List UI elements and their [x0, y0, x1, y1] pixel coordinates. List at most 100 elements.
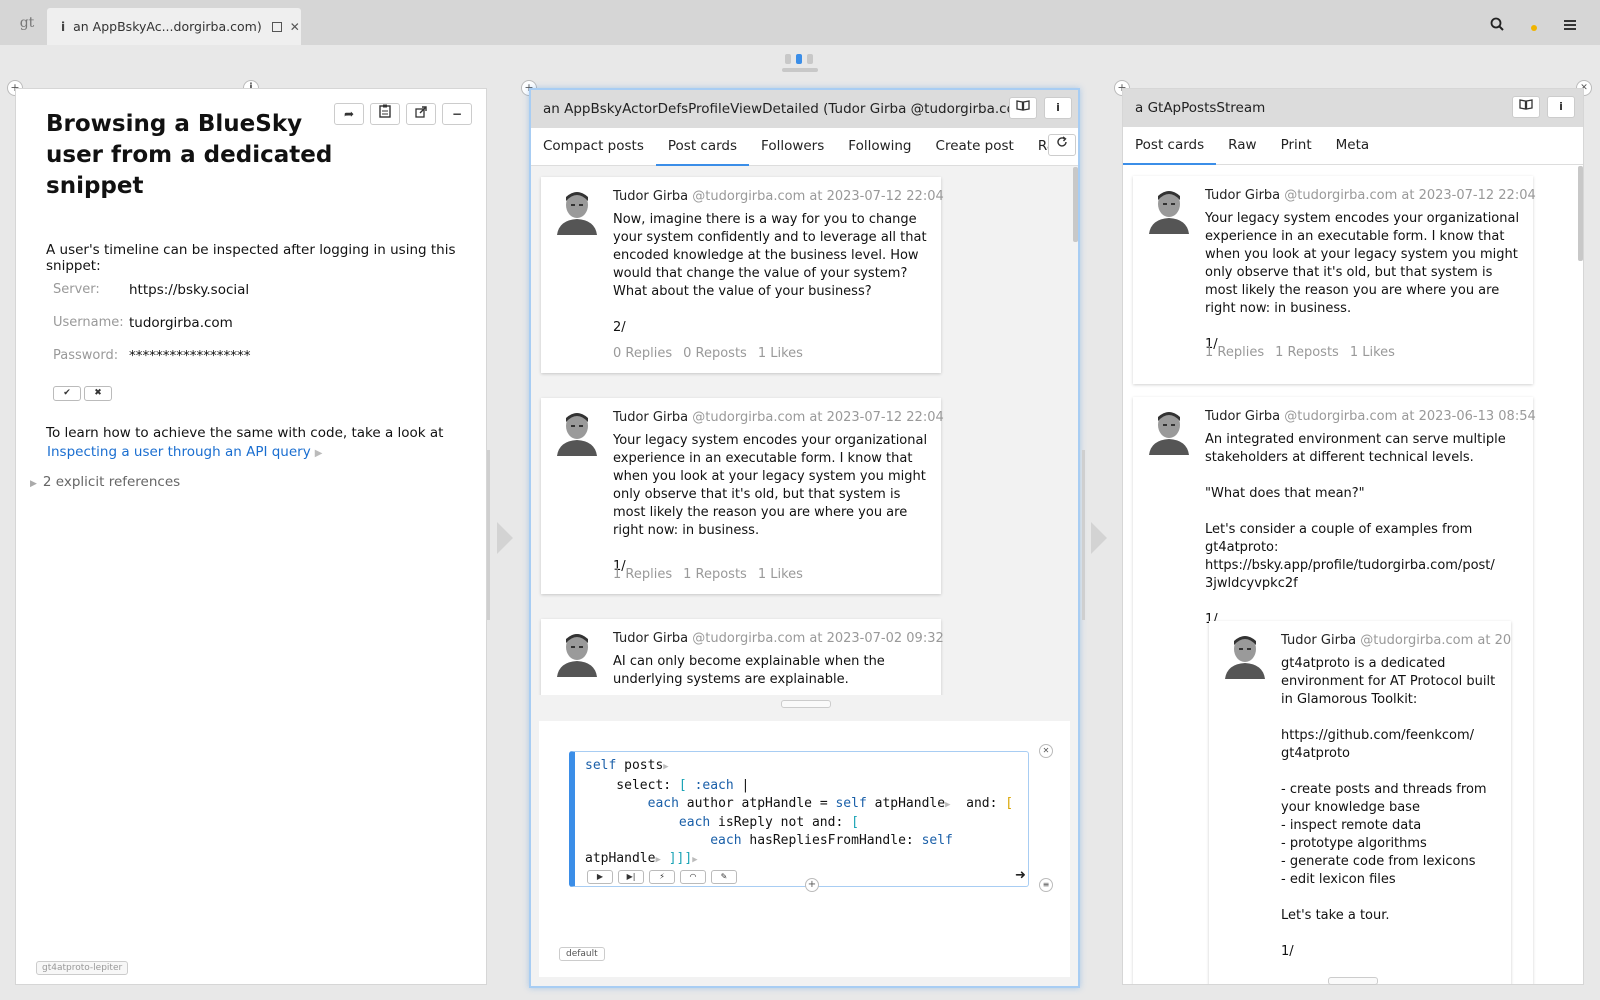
open-external-button[interactable] — [406, 103, 436, 125]
post-meta: @tudorgirba.com at 2023-07-02 09:32 — [692, 631, 944, 646]
post-text: AI can only become explainable when the … — [613, 654, 889, 687]
post-text: gt4atproto is a dedicated environment fo… — [1281, 656, 1496, 959]
reposts-count[interactable]: 0 Reposts — [683, 346, 747, 361]
info-button[interactable]: i — [1044, 97, 1072, 119]
pager-scrollbar[interactable] — [782, 68, 818, 72]
pane-resizer[interactable] — [1082, 450, 1085, 620]
play-button[interactable]: ▶ — [587, 870, 613, 884]
post-card[interactable]: Tudor Girba @tudorgirba.com at 2023-06-1… — [1133, 397, 1536, 984]
author-name[interactable]: Tudor Girba — [1281, 633, 1356, 648]
username-field[interactable]: tudorgirba.com — [129, 315, 233, 331]
server-label: Server: — [53, 282, 100, 297]
maximize-icon[interactable] — [271, 21, 282, 32]
author-name[interactable]: Tudor Girba — [1205, 188, 1280, 203]
pager-dot[interactable] — [807, 54, 813, 64]
post-cards-list[interactable]: Tudor Girba @tudorgirba.com at 2023-07-1… — [1123, 166, 1583, 984]
page-link-label[interactable]: Inspecting a user through an API query — [47, 444, 311, 460]
split-handle[interactable] — [781, 700, 831, 708]
author-name[interactable]: Tudor Girba — [613, 189, 688, 204]
post-cards-list[interactable]: Tudor Girba @tudorgirba.com at 2023-07-1… — [531, 167, 1078, 695]
tab-compact-posts[interactable]: Compact posts — [531, 128, 656, 166]
play-inspect-button[interactable]: ▶| — [618, 870, 644, 884]
scrollbar[interactable] — [1073, 167, 1078, 242]
avatar — [1147, 186, 1191, 234]
inspector-title: a GtApPostsStream — [1135, 100, 1266, 116]
post-card[interactable]: Tudor Girba @tudorgirba.com at 2023-07-1… — [541, 177, 944, 373]
pager-dot[interactable] — [785, 54, 791, 64]
pager-dot-active[interactable] — [796, 54, 802, 64]
cancel-button[interactable]: ✖ — [84, 386, 112, 401]
bindings-tag[interactable]: default — [559, 947, 605, 961]
refresh-button[interactable] — [1048, 134, 1076, 156]
minimize-button[interactable]: − — [442, 103, 472, 125]
post-card[interactable]: Tudor Girba @tudorgirba.com at 2023-07-0… — [541, 619, 944, 695]
replies-count[interactable]: 1 Replies — [613, 567, 672, 582]
author-name[interactable]: Tudor Girba — [1205, 409, 1280, 424]
tab-following[interactable]: Following — [836, 128, 923, 166]
avatar — [555, 408, 599, 456]
author-name[interactable]: Tudor Girba — [613, 410, 688, 425]
split-handle[interactable] — [1328, 977, 1378, 985]
author-name[interactable]: Tudor Girba — [613, 631, 688, 646]
inspector-pane-stream: a GtApPostsStream i Post cards Raw Print… — [1122, 88, 1584, 985]
tab-print[interactable]: Print — [1269, 127, 1324, 165]
hamburger-menu-icon[interactable] — [1564, 20, 1576, 30]
post-stats: 1 Replies 1 Reposts 1 Likes — [613, 567, 814, 582]
window-tab-label: an AppBskyAc...dorgirba.com) — [73, 19, 262, 34]
reposts-count[interactable]: 1 Reposts — [1275, 345, 1339, 360]
replies-count[interactable]: 1 Replies — [1205, 345, 1264, 360]
book-button[interactable] — [1512, 96, 1540, 118]
likes-count[interactable]: 1 Likes — [1350, 345, 1395, 360]
gt-logo[interactable]: gt — [8, 0, 46, 45]
inspector-header: an AppBskyActorDefsProfileViewDetailed (… — [531, 90, 1078, 128]
clipboard-button[interactable] — [370, 103, 400, 125]
debug-button[interactable]: ⚡ — [649, 870, 675, 884]
page-link[interactable]: Inspecting a user through an API query ▶ — [47, 444, 322, 460]
tab-create-post[interactable]: Create post — [924, 128, 1026, 166]
accept-button[interactable]: ✔ — [53, 386, 81, 401]
refresh-icon — [1057, 136, 1067, 147]
tab-post-cards[interactable]: Post cards — [1123, 127, 1217, 165]
inspector-title: an AppBskyActorDefsProfileViewDetailed (… — [543, 101, 1034, 117]
post-text: Your legacy system encodes your organiza… — [613, 433, 928, 574]
embedded-post-card[interactable]: Tudor Girba @tudorgirba.com at 202 gt4at… — [1209, 621, 1511, 984]
pane-pager[interactable] — [785, 54, 813, 64]
password-field[interactable]: ****************** — [129, 348, 251, 364]
likes-count[interactable]: 1 Likes — [758, 567, 803, 582]
go-arrow-icon[interactable]: ➜ — [1015, 868, 1026, 883]
info-button[interactable]: i — [1547, 96, 1575, 118]
expand-triangle-icon[interactable]: ▶ — [315, 448, 323, 459]
disclosure-triangle-icon[interactable]: ▶ — [30, 479, 37, 489]
replies-count[interactable]: 0 Replies — [613, 346, 672, 361]
add-snippet-button[interactable]: + — [805, 878, 819, 892]
edit-button[interactable]: ✎ — [711, 870, 737, 884]
tab-raw[interactable]: Raw — [1216, 127, 1268, 165]
menu-icon[interactable]: ≡ — [1039, 878, 1053, 892]
code-text[interactable]: self posts▶ select: [ :each | each autho… — [585, 757, 1013, 870]
intro-text: A user's timeline can be inspected after… — [46, 242, 456, 274]
close-icon[interactable]: ✕ — [1039, 744, 1053, 758]
close-icon[interactable]: ✕ — [290, 20, 300, 34]
scrollbar[interactable] — [1578, 166, 1583, 261]
learn-text: To learn how to achieve the same with co… — [46, 425, 444, 441]
likes-count[interactable]: 1 Likes — [758, 346, 803, 361]
server-field[interactable]: https://bsky.social — [129, 282, 249, 298]
inspector-pane-profile: an AppBskyActorDefsProfileViewDetailed (… — [529, 88, 1080, 988]
tab-meta[interactable]: Meta — [1324, 127, 1382, 165]
profile-button[interactable]: ◠ — [680, 870, 706, 884]
post-card[interactable]: Tudor Girba @tudorgirba.com at 2023-07-1… — [1133, 176, 1536, 384]
references-toggle[interactable]: ▶ 2 explicit references — [30, 474, 180, 490]
share-button[interactable]: ➦ — [334, 103, 364, 125]
reposts-count[interactable]: 1 Reposts — [683, 567, 747, 582]
post-stats: 0 Replies 0 Reposts 1 Likes — [613, 346, 814, 361]
pane-resizer[interactable] — [487, 450, 490, 620]
tab-followers[interactable]: Followers — [749, 128, 836, 166]
code-editor[interactable]: self posts▶ select: [ :each | each autho… — [569, 744, 1053, 892]
book-button[interactable] — [1009, 97, 1037, 119]
window-tab[interactable]: i an AppBskyAc...dorgirba.com) ✕ — [47, 8, 301, 45]
post-card[interactable]: Tudor Girba @tudorgirba.com at 2023-07-1… — [541, 398, 944, 594]
page-title: Browsing a BlueSky user from a dedicated… — [46, 111, 333, 199]
search-icon[interactable] — [1490, 17, 1504, 31]
tab-post-cards[interactable]: Post cards — [655, 128, 750, 166]
post-meta: @tudorgirba.com at 2023-07-12 22:04 — [692, 189, 944, 204]
